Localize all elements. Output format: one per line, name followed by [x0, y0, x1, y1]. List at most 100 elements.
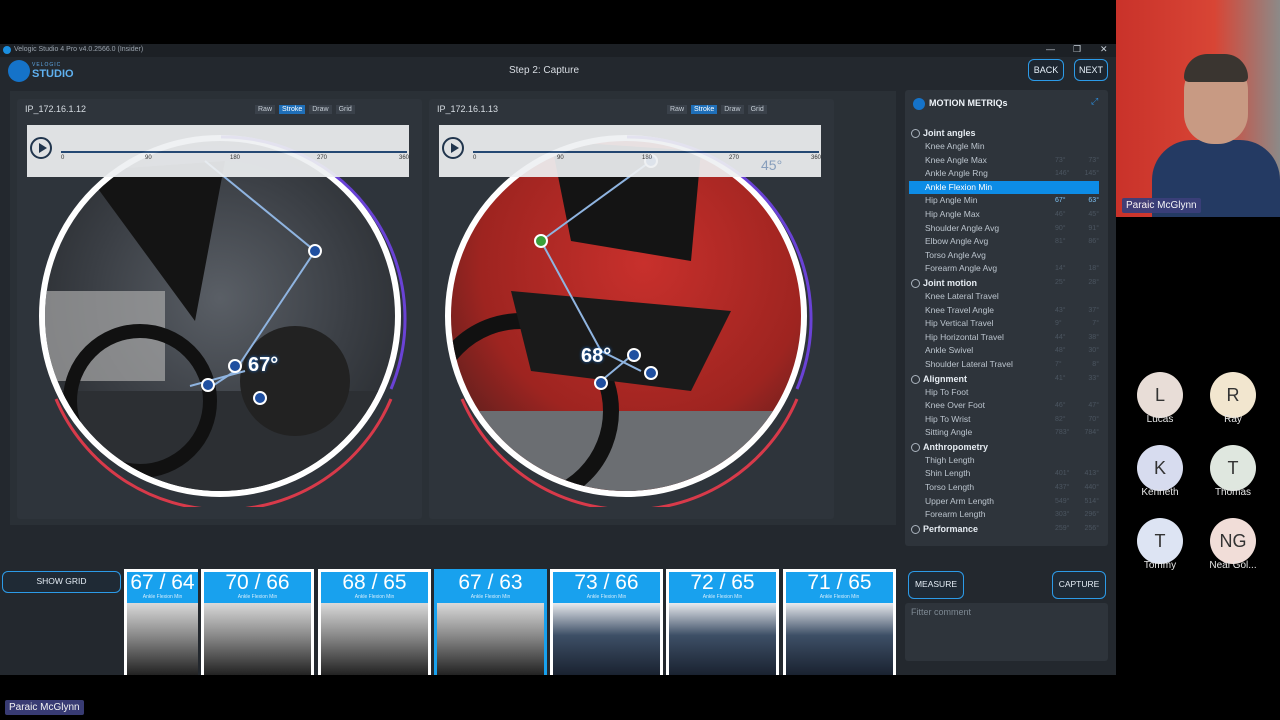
metric-row[interactable]: Hip To Foot 46° 47° — [909, 386, 1099, 410]
expand-icon[interactable]: ⤢ — [1091, 96, 1098, 107]
metrics-list: Joint angles Knee Angle Min 73° 73° Knee Ang… — [909, 126, 1099, 536]
tab-draw[interactable]: Draw — [721, 105, 744, 114]
participant-tile[interactable]: T Tommy — [1130, 518, 1190, 571]
participant-tile[interactable]: K Kenneth — [1130, 445, 1190, 498]
metric-row[interactable]: Hip To Wrist 783° 784° — [909, 413, 1099, 437]
thumbnail-label: Ankle Flexion Min — [470, 594, 511, 600]
metric-label: Shoulder Lateral Travel — [925, 358, 1013, 369]
metric-row[interactable]: Thigh Length 401° 413° — [909, 454, 1099, 478]
minimize-button[interactable]: — — [1046, 44, 1055, 54]
tick-label: 0 — [473, 155, 477, 161]
capture-button[interactable]: CAPTURE — [1052, 571, 1106, 599]
step-title: Step 2: Capture — [508, 65, 580, 76]
metric-label: Ankle Swivel — [925, 345, 974, 356]
metrics-section-header[interactable]: Alignment — [909, 372, 1099, 386]
metric-row[interactable]: Forearm Angle Avg 25° 28° — [909, 262, 1099, 286]
capture-thumbnail[interactable]: 71 / 65 Ankle Flexion Min — [783, 569, 896, 675]
presenter-name-tag: Paraic McGlynn — [1122, 198, 1201, 213]
next-button[interactable]: NEXT — [1074, 59, 1108, 81]
metric-row[interactable]: Knee Travel Angle 9° 7° — [909, 304, 1099, 328]
view-tabs: Raw Stroke Draw Grid — [255, 105, 355, 114]
metric-row[interactable]: Knee Over Foot 82° 70° — [909, 399, 1099, 423]
view-tabs: Raw Stroke Draw Grid — [667, 105, 767, 114]
metric-label: Forearm Angle Avg — [925, 263, 998, 274]
fitter-comment-input[interactable]: Fitter comment — [905, 603, 1108, 661]
metrics-section-header[interactable]: Anthropometry — [909, 440, 1099, 454]
close-button[interactable]: ✕ — [1100, 44, 1108, 55]
metric-row[interactable]: Hip Angle Min 46° 45° — [909, 194, 1099, 218]
participant-name: Thomas — [1214, 487, 1252, 498]
metric-label: Ankle Angle Rng — [925, 168, 988, 179]
tab-grid[interactable]: Grid — [747, 105, 767, 114]
metric-row[interactable]: Knee Angle Min 73° 73° — [909, 140, 1099, 164]
show-grid-button[interactable]: SHOW GRID — [2, 571, 121, 593]
metric-label: Knee Travel Angle — [925, 304, 994, 315]
capture-thumbnail[interactable]: 68 / 65 Ankle Flexion Min — [318, 569, 431, 675]
tab-stroke[interactable]: Stroke — [691, 105, 718, 114]
tick-label: 360 — [811, 155, 822, 161]
metrics-section-header[interactable]: Performance — [909, 522, 1099, 536]
metric-label: Knee Over Foot — [925, 400, 986, 411]
participant-tile[interactable]: NG Neal Gol... — [1203, 518, 1263, 571]
avatar: T — [1210, 445, 1256, 491]
capture-thumbnail[interactable]: 67 / 63 Ankle Flexion Min — [434, 569, 547, 675]
thumbnail-header: 73 / 66 Ankle Flexion Min — [553, 572, 660, 603]
participant-tile[interactable]: L Lucas — [1130, 372, 1190, 425]
play-icon[interactable] — [30, 137, 52, 159]
metric-row[interactable]: Torso Angle Avg 14° 18° — [909, 249, 1099, 273]
tab-grid[interactable]: Grid — [335, 105, 355, 114]
tab-raw[interactable]: Raw — [667, 105, 688, 114]
capture-thumbnail[interactable]: 67 / 64 Ankle Flexion Min — [124, 569, 198, 675]
metric-row[interactable]: Hip Horizontal Travel 48° 30° — [909, 331, 1099, 355]
metric-row[interactable]: Hip Vertical Travel 44° 38° — [909, 317, 1099, 341]
timeline-track[interactable] — [473, 151, 819, 153]
camera-name: IP_172.16.1.13 — [437, 104, 499, 114]
capture-thumbnail[interactable]: 73 / 66 Ankle Flexion Min — [550, 569, 663, 675]
tab-stroke[interactable]: Stroke — [279, 105, 306, 114]
tick-label: 180 — [642, 155, 653, 161]
metric-row[interactable]: Forearm Length 259° 256° — [909, 508, 1099, 532]
tick-label: 270 — [317, 155, 328, 161]
tick-label: 180 — [230, 155, 241, 161]
thumbnail-value: 72 / 65 — [690, 571, 755, 594]
metric-row[interactable]: Elbow Angle Avg — [909, 235, 1099, 249]
metric-row[interactable]: Shoulder Lateral Travel 41° 33° — [909, 358, 1099, 382]
title-bar: Velogic Studio 4 Pro v4.0.2566.0 (Inside… — [0, 44, 1116, 57]
metric-row[interactable]: Shoulder Angle Avg 81° 86° — [909, 222, 1099, 246]
metrics-section-header[interactable]: Joint motion — [909, 276, 1099, 290]
metric-row[interactable]: Ankle Flexion Min 67° 63° — [909, 180, 1099, 204]
metrics-section-header[interactable]: Joint angles — [909, 126, 1099, 140]
metric-row[interactable]: Hip Angle Max 90° 91° — [909, 208, 1099, 232]
participant-name: Neal Gol... — [1209, 560, 1257, 571]
metric-row[interactable]: Knee Angle Max 146° 145° — [909, 154, 1099, 178]
tab-raw[interactable]: Raw — [255, 105, 276, 114]
thumbnail-header: 72 / 65 Ankle Flexion Min — [669, 572, 776, 603]
metric-row[interactable]: Knee Lateral Travel 43° 37° — [909, 290, 1099, 314]
participant-tile[interactable]: T Thomas — [1203, 445, 1263, 498]
back-button[interactable]: BACK — [1028, 59, 1064, 81]
metric-label: Hip To Foot — [925, 386, 969, 397]
metric-row[interactable]: Shin Length 437° 440° — [909, 467, 1099, 491]
tab-draw[interactable]: Draw — [309, 105, 332, 114]
play-icon[interactable] — [442, 137, 464, 159]
measure-button[interactable]: MEASURE — [908, 571, 964, 599]
metric-row[interactable]: Ankle Swivel 7° 8° — [909, 344, 1099, 368]
metric-row[interactable]: Ankle Angle Rng29°36° — [909, 167, 1099, 191]
metrics-logo-icon — [913, 98, 925, 110]
metric-row[interactable]: Upper Arm Length 303° 296° — [909, 495, 1099, 519]
metric-row[interactable]: Torso Length 549° 514° — [909, 481, 1099, 505]
avatar: T — [1137, 518, 1183, 564]
thumbnail-label: Ankle Flexion Min — [354, 594, 395, 600]
timeline-track[interactable] — [61, 151, 407, 153]
presenter-video: Paraic McGlynn — [1116, 0, 1280, 217]
participant-tile[interactable]: R Ray — [1203, 372, 1263, 425]
video-player: 0 90 180 270 360 — [27, 125, 409, 177]
maximize-button[interactable]: ❐ — [1073, 44, 1081, 55]
avatar: NG — [1210, 518, 1256, 564]
metric-row[interactable]: Sitting Angle — [909, 426, 1099, 440]
capture-thumbnail[interactable]: 72 / 65 Ankle Flexion Min — [666, 569, 779, 675]
capture-thumbnail[interactable]: 70 / 66 Ankle Flexion Min — [201, 569, 314, 675]
thumbnail-image — [786, 603, 893, 675]
metric-label: Elbow Angle Avg — [925, 236, 989, 247]
tick-label: 270 — [729, 155, 740, 161]
